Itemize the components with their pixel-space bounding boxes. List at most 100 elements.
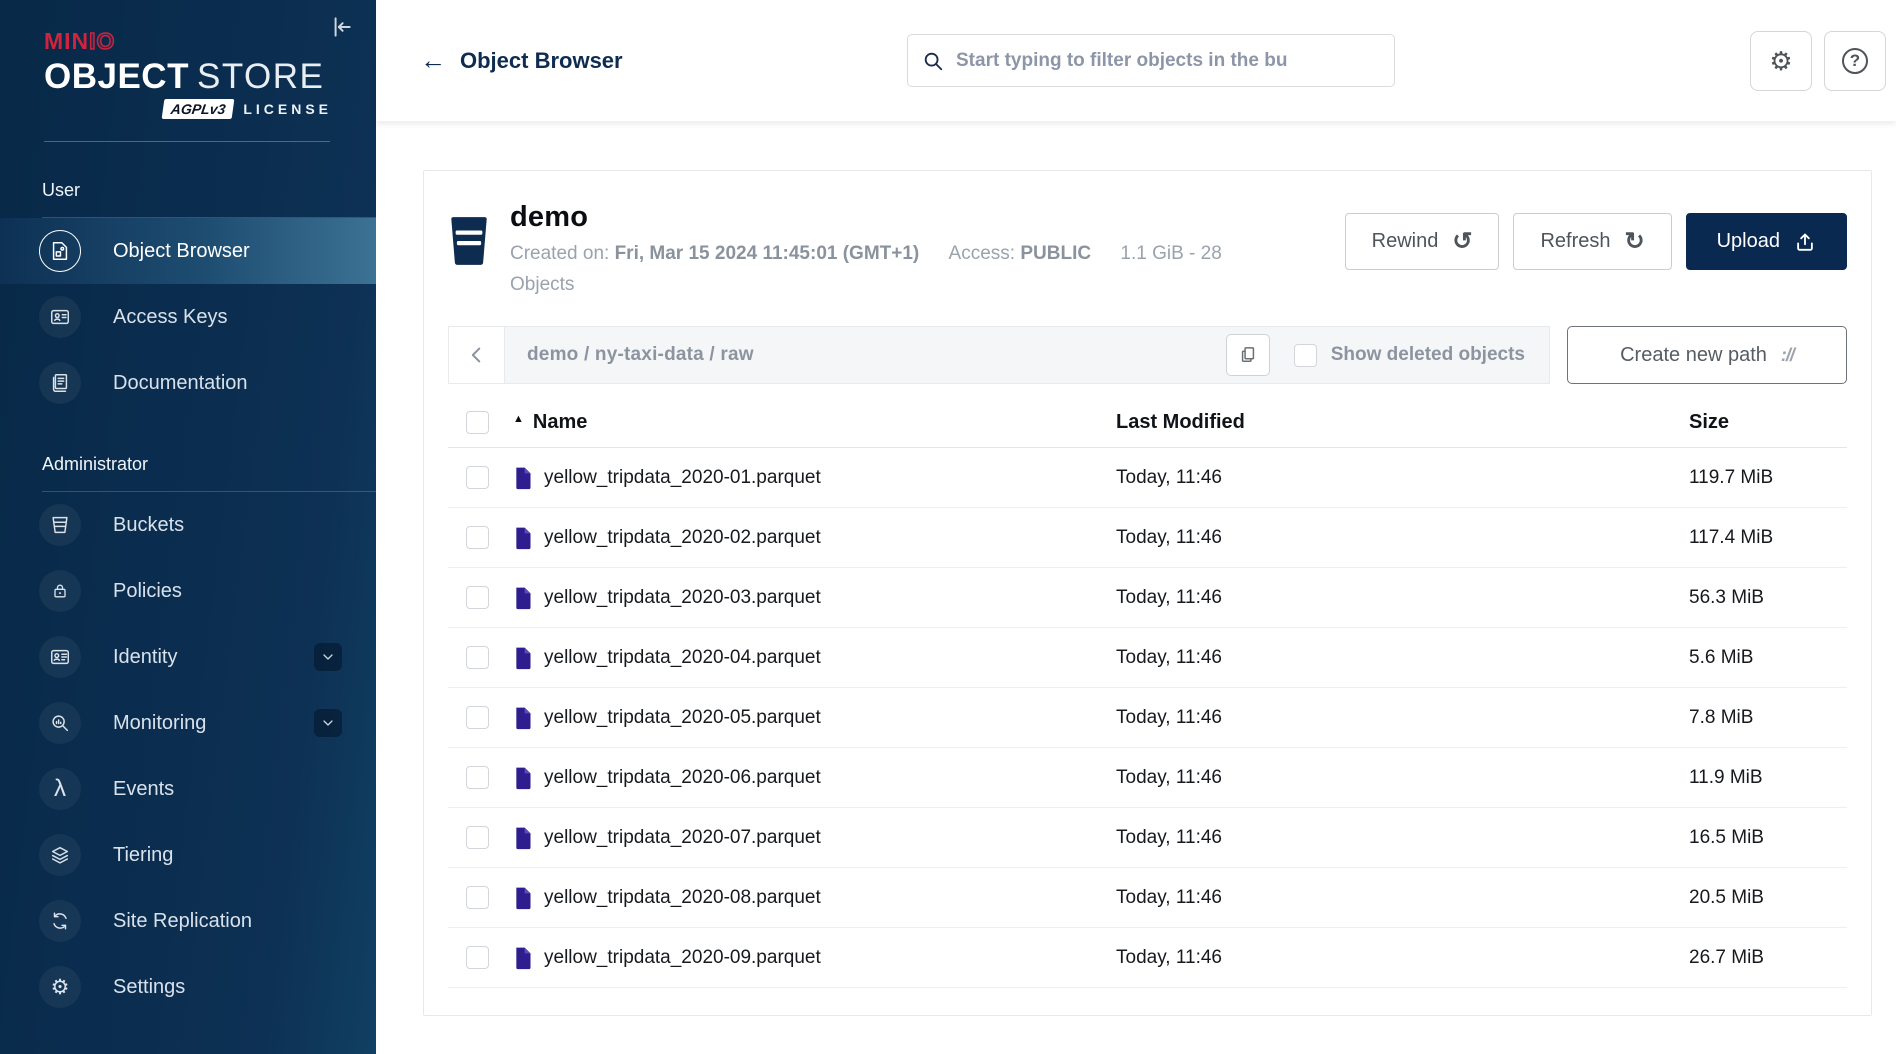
select-all-checkbox[interactable] [466, 411, 489, 434]
sidebar-item-label: Monitoring [113, 712, 206, 735]
copy-path-button[interactable] [1226, 334, 1270, 376]
created-label: Created on: [510, 243, 609, 264]
access-keys-icon [39, 296, 81, 338]
sidebar-item-identity[interactable]: Identity [0, 624, 376, 690]
object-size: 20.5 MiB [1689, 887, 1847, 909]
bucket-name: demo [510, 201, 1244, 234]
sidebar-item-access-keys[interactable]: Access Keys [0, 284, 376, 350]
bucket-icon [448, 215, 490, 267]
collapse-sidebar-icon[interactable] [328, 14, 354, 43]
app-root: MINIO OBJECTSTORE AGPLv3 LICENSE User Ob… [0, 0, 1896, 1054]
replication-arrows-icon [39, 900, 81, 942]
table-row[interactable]: yellow_tripdata_2020-02.parquet Today, 1… [448, 508, 1847, 568]
table-row[interactable]: yellow_tripdata_2020-05.parquet Today, 1… [448, 688, 1847, 748]
object-name[interactable]: yellow_tripdata_2020-09.parquet [544, 947, 821, 969]
sidebar-item-label: Policies [113, 580, 182, 603]
gear-icon: ⚙ [1769, 48, 1792, 74]
lambda-icon: λ [54, 777, 66, 801]
row-checkbox[interactable] [466, 766, 489, 789]
row-checkbox[interactable] [466, 466, 489, 489]
table-row[interactable]: yellow_tripdata_2020-01.parquet Today, 1… [448, 448, 1847, 508]
sidebar-item-documentation[interactable]: Documentation [0, 350, 376, 416]
object-name[interactable]: yellow_tripdata_2020-06.parquet [544, 767, 821, 789]
object-filter-search [907, 34, 1395, 87]
row-checkbox[interactable] [466, 646, 489, 669]
copy-icon [1238, 345, 1258, 365]
chevron-down-icon[interactable] [314, 709, 342, 737]
search-input[interactable] [956, 50, 1380, 72]
layers-icon [39, 834, 81, 876]
object-last-modified: Today, 11:46 [1116, 827, 1689, 849]
sidebar-item-tiering[interactable]: Tiering [0, 822, 376, 888]
row-checkbox[interactable] [466, 826, 489, 849]
license-label: LICENSE [243, 101, 332, 117]
search-icon [922, 50, 944, 72]
object-size: 119.7 MiB [1689, 467, 1847, 489]
object-name[interactable]: yellow_tripdata_2020-05.parquet [544, 707, 821, 729]
row-checkbox[interactable] [466, 586, 489, 609]
object-size: 16.5 MiB [1689, 827, 1847, 849]
sidebar-item-monitoring[interactable]: Monitoring [0, 690, 376, 756]
bucket-meta: demo Created on: Fri, Mar 15 2024 11:45:… [510, 201, 1244, 300]
table-row[interactable]: yellow_tripdata_2020-04.parquet Today, 1… [448, 628, 1847, 688]
sort-ascending-icon: ▲ [513, 413, 524, 425]
table-row[interactable]: yellow_tripdata_2020-08.parquet Today, 1… [448, 868, 1847, 928]
object-name[interactable]: yellow_tripdata_2020-01.parquet [544, 467, 821, 489]
refresh-button[interactable]: Refresh ↻ [1513, 213, 1671, 270]
bucket-browser-card: demo Created on: Fri, Mar 15 2024 11:45:… [423, 170, 1872, 1016]
row-checkbox[interactable] [466, 946, 489, 969]
table-row[interactable]: yellow_tripdata_2020-03.parquet Today, 1… [448, 568, 1847, 628]
create-new-path-button[interactable]: Create new path :// [1567, 326, 1847, 384]
sidebar-item-object-browser[interactable]: Object Browser [0, 218, 376, 284]
object-last-modified: Today, 11:46 [1116, 527, 1689, 549]
sidebar: MINIO OBJECTSTORE AGPLv3 LICENSE User Ob… [0, 0, 376, 1054]
sidebar-item-label: Identity [113, 646, 177, 669]
upload-button[interactable]: Upload [1686, 213, 1847, 270]
sidebar-item-settings[interactable]: ⚙ Settings [0, 954, 376, 1020]
row-checkbox[interactable] [466, 526, 489, 549]
breadcrumb[interactable]: demo / ny-taxi-data / raw [527, 344, 754, 366]
column-header-last-modified: Last Modified [1116, 411, 1689, 434]
divider [44, 141, 330, 142]
table-row[interactable]: yellow_tripdata_2020-09.parquet Today, 1… [448, 928, 1847, 988]
bucket-header: demo Created on: Fri, Mar 15 2024 11:45:… [448, 201, 1847, 300]
table-row[interactable]: yellow_tripdata_2020-06.parquet Today, 1… [448, 748, 1847, 808]
sidebar-item-events[interactable]: λ Events [0, 756, 376, 822]
row-checkbox[interactable] [466, 886, 489, 909]
object-size: 117.4 MiB [1689, 527, 1847, 549]
object-name[interactable]: yellow_tripdata_2020-04.parquet [544, 647, 821, 669]
access-label: Access: [949, 243, 1016, 264]
object-name[interactable]: yellow_tripdata_2020-02.parquet [544, 527, 821, 549]
access-value: PUBLIC [1020, 243, 1091, 264]
table-row[interactable]: yellow_tripdata_2020-07.parquet Today, 1… [448, 808, 1847, 868]
section-label-user: User [0, 180, 376, 201]
sidebar-item-buckets[interactable]: Buckets [0, 492, 376, 558]
minio-logo: MINIO OBJECTSTORE AGPLv3 LICENSE [0, 0, 376, 119]
sidebar-item-policies[interactable]: Policies [0, 558, 376, 624]
main-area: ← Object Browser ⚙ ? [376, 0, 1896, 1054]
chevron-down-icon[interactable] [314, 643, 342, 671]
column-header-name[interactable]: ▲ Name [513, 411, 1116, 434]
parquet-file-icon [513, 526, 533, 550]
sidebar-item-site-replication[interactable]: Site Replication [0, 888, 376, 954]
sidebar-item-label: Tiering [113, 844, 173, 867]
show-deleted-checkbox[interactable] [1294, 344, 1317, 367]
object-name[interactable]: yellow_tripdata_2020-07.parquet [544, 827, 821, 849]
parquet-file-icon [513, 646, 533, 670]
object-last-modified: Today, 11:46 [1116, 467, 1689, 489]
rewind-icon: ↺ [1452, 230, 1472, 254]
rewind-button[interactable]: Rewind ↺ [1345, 213, 1500, 270]
settings-button[interactable]: ⚙ [1750, 31, 1812, 91]
help-button[interactable]: ? [1824, 31, 1886, 91]
help-icon: ? [1842, 48, 1868, 74]
back-arrow-icon[interactable]: ← [420, 45, 446, 76]
object-last-modified: Today, 11:46 [1116, 767, 1689, 789]
object-name[interactable]: yellow_tripdata_2020-08.parquet [544, 887, 821, 909]
bucket-icon [39, 504, 81, 546]
row-checkbox[interactable] [466, 706, 489, 729]
object-name[interactable]: yellow_tripdata_2020-03.parquet [544, 587, 821, 609]
top-actions: ⚙ ? [1750, 31, 1886, 91]
documentation-icon [39, 362, 81, 404]
navigate-back-path-button[interactable] [448, 326, 504, 384]
bucket-actions: Rewind ↺ Refresh ↻ Upload [1345, 201, 1847, 270]
